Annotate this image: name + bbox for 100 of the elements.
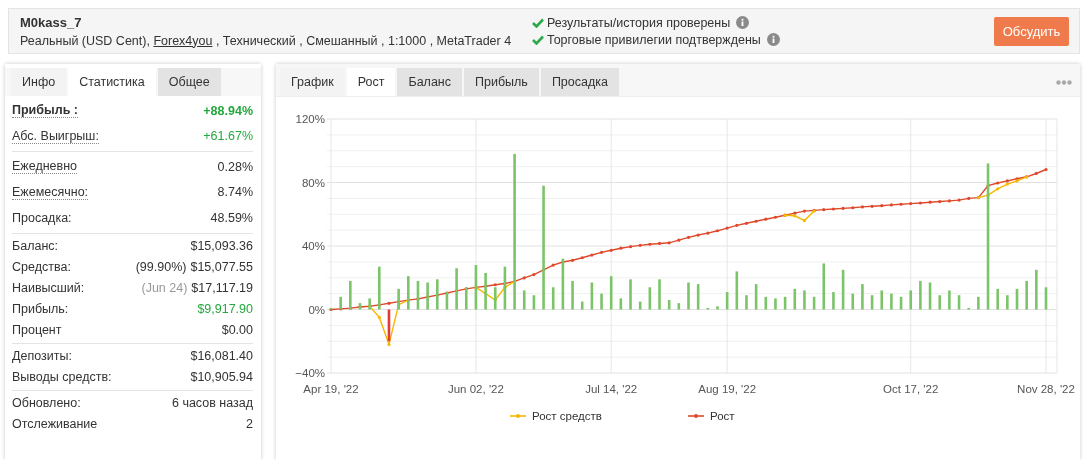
bar <box>1015 288 1019 310</box>
legend-label[interactable]: Рост <box>710 410 735 422</box>
bar <box>629 279 632 310</box>
bar <box>571 280 574 310</box>
bar <box>329 307 333 310</box>
bar <box>706 307 710 310</box>
stat-label: Обновлено: <box>12 396 81 410</box>
bar <box>764 296 768 310</box>
stat-value: $9,917.90 <box>197 302 253 316</box>
tab[interactable]: Статистика <box>68 68 156 96</box>
bar <box>600 293 603 310</box>
bar <box>928 282 932 310</box>
bar <box>696 284 700 310</box>
bar <box>880 290 884 310</box>
stat-label: Прибыль : <box>12 103 78 119</box>
axis-label: 0% <box>308 303 325 316</box>
tab[interactable]: График <box>280 68 345 96</box>
stat-value: $0.00 <box>221 323 253 337</box>
legend-label[interactable]: Рост средств <box>532 410 602 422</box>
bar <box>745 295 748 310</box>
stat-value: +61.67% <box>203 129 253 144</box>
bar <box>648 287 652 310</box>
more-icon[interactable] <box>1056 79 1072 85</box>
stat-value: 2 <box>246 417 253 431</box>
bar <box>783 296 787 310</box>
axis-label: Oct 17, '22 <box>883 383 939 395</box>
stat-value: 0.28% <box>217 159 253 174</box>
broker-link[interactable]: Forex4you <box>153 33 213 48</box>
bar <box>493 287 497 310</box>
bar <box>832 292 835 310</box>
tab[interactable]: Баланс <box>397 68 462 96</box>
tab[interactable]: Инфо <box>11 68 67 96</box>
axis-label: 120% <box>295 113 325 125</box>
check-label: Результаты/история проверены <box>547 15 731 30</box>
tab[interactable]: Рост <box>346 68 396 96</box>
stat-label: Средства: <box>12 260 71 274</box>
info-icon[interactable] <box>736 16 750 29</box>
stat-value: 48.59% <box>210 210 253 225</box>
stat-label: Прибыль: <box>12 302 69 316</box>
bar <box>658 279 661 310</box>
bar <box>339 296 342 310</box>
stat-note: (99.90%) <box>135 260 187 274</box>
legend-line-icon <box>687 414 705 418</box>
bar <box>687 282 690 310</box>
bar <box>522 290 526 310</box>
bar <box>957 295 961 310</box>
bar <box>822 263 826 310</box>
bar <box>967 307 970 310</box>
stat-value: $16,081.40 <box>190 349 253 363</box>
bar <box>774 298 777 310</box>
bar <box>455 268 458 310</box>
bar <box>1044 287 1048 310</box>
axis-label: 80% <box>301 176 325 189</box>
stat-label: Наивысший: <box>12 281 85 295</box>
bar <box>349 280 352 310</box>
bar <box>812 296 816 310</box>
tab[interactable]: Общее <box>157 68 221 96</box>
bar <box>532 295 536 310</box>
info-icon[interactable] <box>766 33 780 46</box>
bar <box>851 293 855 310</box>
bar <box>387 309 391 342</box>
bar <box>909 290 913 310</box>
axis-label: Aug 19, '22 <box>698 383 757 395</box>
bar <box>416 280 420 310</box>
bar <box>1006 295 1009 310</box>
bar <box>368 298 371 310</box>
bar <box>948 290 951 310</box>
bar <box>551 287 555 310</box>
stat-label: Ежедневно <box>12 159 78 175</box>
bar <box>977 296 980 310</box>
legend-line-icon <box>509 414 527 418</box>
bar <box>484 273 487 310</box>
stat-note: (Jun 24) <box>141 281 188 295</box>
bar <box>754 284 758 310</box>
bar <box>445 292 449 310</box>
bar <box>378 266 381 310</box>
bar <box>358 303 362 310</box>
bar <box>677 303 681 310</box>
bar <box>397 288 400 310</box>
bar <box>861 284 864 310</box>
bar <box>561 258 565 310</box>
tab[interactable]: Прибыль <box>464 68 539 96</box>
axis-label: Apr 19, '22 <box>303 383 359 395</box>
bar <box>609 276 613 310</box>
stat-value: $17,117.19 <box>191 281 253 295</box>
bar <box>793 288 797 310</box>
bar <box>716 306 719 310</box>
stat-label: Баланс: <box>12 239 59 253</box>
stat-label: Выводы средств: <box>12 370 112 384</box>
account-title: M0kass_7 <box>20 14 83 30</box>
stat-label: Процент <box>12 323 62 337</box>
bar <box>436 279 439 310</box>
stat-label: Просадка: <box>12 210 72 225</box>
stat-value: +88.94% <box>203 103 253 118</box>
tab[interactable]: Просадка <box>540 68 619 96</box>
axis-label: −40% <box>295 367 325 379</box>
axis-label: Jul 14, '22 <box>585 383 638 395</box>
stat-value: 6 часов назад <box>171 396 253 410</box>
bar <box>580 301 584 310</box>
check-label: Торговые привилегии подтверждены <box>547 32 761 47</box>
